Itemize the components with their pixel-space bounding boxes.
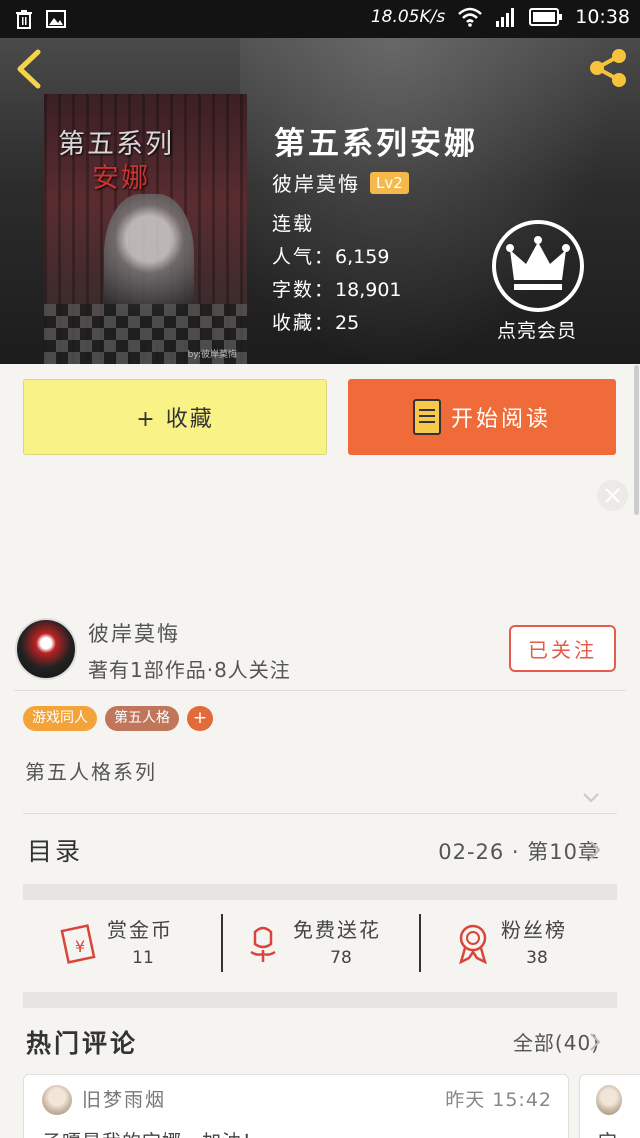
serial-status: 连载 — [272, 213, 315, 235]
hot-comments-title: 热门评论 — [26, 1029, 139, 1058]
book-cover[interactable]: 第五系列 安娜 by:彼岸莫悔 — [44, 94, 247, 364]
clock: 10:38 — [575, 6, 630, 28]
add-tag-button[interactable]: + — [187, 706, 213, 731]
chevron-down-icon[interactable] — [582, 792, 600, 804]
crown-icon[interactable] — [492, 220, 584, 312]
vip-label[interactable]: 点亮会员 — [497, 316, 577, 343]
action-bar: + 收藏 开始阅读 — [0, 364, 640, 474]
trash-icon — [16, 10, 32, 29]
book-intro: 第五人格系列 — [25, 760, 157, 784]
stat-value: 78 — [330, 948, 352, 968]
stats-row: ¥ 赏金币 11 免费送花 78 粉丝榜 38 — [23, 900, 617, 990]
comment-card[interactable]: 旧梦雨烟 昨天 15:42 子嘎是我的宝娜～加油！ — [23, 1074, 569, 1138]
author-card-name: 彼岸莫悔 — [88, 622, 180, 646]
cover-credit: by:彼岸莫悔 — [187, 350, 237, 360]
stat-label: 免费送花 — [293, 918, 381, 942]
comment-user[interactable]: 旧梦雨烟 — [82, 1085, 166, 1112]
comment-text: 宝 — [598, 1127, 617, 1138]
tag-identity-v[interactable]: 第五人格 — [105, 706, 179, 731]
avatar[interactable] — [15, 618, 77, 680]
stat-label: 赏金币 — [107, 918, 173, 942]
tag-game-fanfic[interactable]: 游戏同人 — [23, 706, 97, 731]
section-band — [23, 992, 617, 1008]
image-icon — [46, 10, 66, 28]
stat-value: 11 — [132, 948, 154, 968]
book-meta: 连载 人气：6,159 字数：18,901 收藏：25 — [272, 208, 402, 340]
author-name[interactable]: 彼岸莫悔 — [272, 168, 360, 197]
start-reading-label: 开始阅读 — [450, 407, 551, 432]
author-card[interactable]: 彼岸莫悔 著有1部作品·8人关注 已关注 — [0, 608, 640, 692]
status-bar: 18.05K/s 10:38 — [0, 0, 640, 38]
section-band — [23, 884, 617, 900]
tag-list: 游戏同人 第五人格 + — [23, 706, 213, 731]
favorite-count: 收藏：25 — [272, 312, 360, 334]
catalog-title: 目录 — [27, 837, 84, 866]
red-envelope-icon: ¥ — [60, 924, 96, 964]
close-icon[interactable] — [597, 480, 628, 511]
avatar[interactable] — [596, 1085, 622, 1115]
book-title: 第五系列安娜 — [274, 126, 478, 162]
stat-free-flowers[interactable]: 免费送花 78 — [221, 900, 419, 990]
comment-text: 子嘎是我的宝娜～加油！ — [42, 1127, 262, 1138]
author-card-summary: 著有1部作品·8人关注 — [88, 658, 291, 682]
favorite-button[interactable]: + 收藏 — [23, 379, 327, 455]
share-icon[interactable] — [586, 46, 630, 90]
flower-icon — [250, 926, 276, 962]
svg-text:¥: ¥ — [75, 937, 85, 956]
divider — [23, 813, 617, 814]
comment-card[interactable]: 宝 — [579, 1074, 640, 1138]
wifi-icon — [458, 7, 483, 27]
divider — [14, 690, 626, 691]
catalog-latest: 02-26 · 第10章 — [438, 840, 600, 864]
level-badge: Lv2 — [370, 171, 409, 194]
award-ribbon-icon — [459, 924, 487, 964]
chevron-left-icon[interactable] — [12, 48, 48, 90]
stat-value: 38 — [526, 948, 548, 968]
scrollbar[interactable] — [634, 365, 639, 515]
cover-title: 第五系列 安娜 — [58, 129, 174, 194]
book-icon — [412, 399, 441, 435]
comment-time: 昨天 15:42 — [445, 1089, 552, 1111]
book-header: 第五系列 安娜 by:彼岸莫悔 第五系列安娜 彼岸莫悔 Lv2 连载 人气：6,… — [0, 38, 640, 364]
all-comments-link[interactable]: 全部(40) — [513, 1027, 600, 1056]
signal-icon — [496, 8, 515, 27]
battery-icon — [529, 8, 563, 26]
word-count: 字数：18,901 — [272, 279, 402, 301]
catalog-row[interactable]: 目录 02-26 · 第10章 — [0, 818, 640, 882]
author-row: 彼岸莫悔 Lv2 — [272, 168, 409, 197]
popularity: 人气：6,159 — [272, 246, 390, 268]
stat-label: 粉丝榜 — [501, 918, 567, 942]
network-speed: 18.05K/s — [370, 7, 446, 27]
chevron-right-icon[interactable] — [588, 1032, 602, 1052]
stat-fan-ranking[interactable]: 粉丝榜 38 — [419, 900, 617, 990]
avatar[interactable] — [42, 1085, 72, 1115]
follow-button[interactable]: 已关注 — [509, 625, 616, 672]
stat-reward-coins[interactable]: ¥ 赏金币 11 — [23, 900, 221, 990]
chevron-right-icon — [590, 841, 601, 859]
start-reading-button[interactable]: 开始阅读 — [348, 379, 616, 455]
